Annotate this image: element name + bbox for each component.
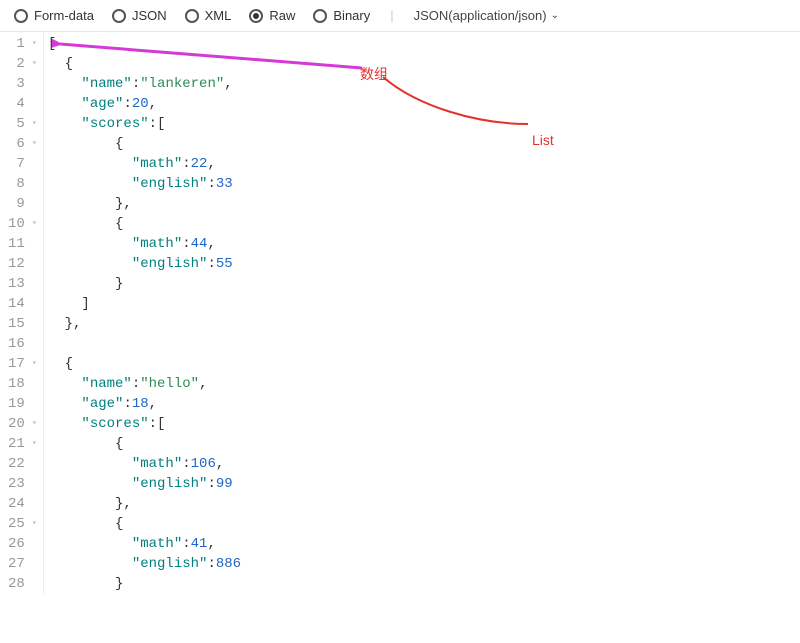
radio-icon: [112, 9, 126, 23]
gutter-line: 22: [0, 454, 43, 474]
code-line[interactable]: "english":55: [48, 254, 241, 274]
code-line[interactable]: "scores":[: [48, 114, 241, 134]
line-gutter: 1▾2▾345▾6▾78910▾11121314151617▾181920▾21…: [0, 32, 44, 594]
code-line[interactable]: {: [48, 354, 241, 374]
code-line[interactable]: "english":99: [48, 474, 241, 494]
content-type-label: JSON(application/json): [414, 8, 547, 23]
radio-form-data[interactable]: Form-data: [14, 8, 94, 23]
gutter-line: 12: [0, 254, 43, 274]
code-line[interactable]: "math":41,: [48, 534, 241, 554]
gutter-line: 7: [0, 154, 43, 174]
gutter-line: 8: [0, 174, 43, 194]
code-line[interactable]: },: [48, 314, 241, 334]
code-line[interactable]: {: [48, 434, 241, 454]
gutter-line: 18: [0, 374, 43, 394]
code-line[interactable]: },: [48, 194, 241, 214]
code-line[interactable]: "age":20,: [48, 94, 241, 114]
radio-label: XML: [205, 8, 232, 23]
radio-label: JSON: [132, 8, 167, 23]
radio-icon: [185, 9, 199, 23]
gutter-line: 4: [0, 94, 43, 114]
radio-icon: [249, 9, 263, 23]
radio-label: Form-data: [34, 8, 94, 23]
gutter-line: 9: [0, 194, 43, 214]
gutter-line: 5▾: [0, 114, 43, 134]
gutter-line: 28: [0, 574, 43, 594]
gutter-line: 23: [0, 474, 43, 494]
gutter-line: 2▾: [0, 54, 43, 74]
radio-json[interactable]: JSON: [112, 8, 167, 23]
code-line[interactable]: "scores":[: [48, 414, 241, 434]
gutter-line: 14: [0, 294, 43, 314]
gutter-line: 11: [0, 234, 43, 254]
code-line[interactable]: "age":18,: [48, 394, 241, 414]
radio-xml[interactable]: XML: [185, 8, 232, 23]
code-line[interactable]: {: [48, 214, 241, 234]
code-line[interactable]: [48, 334, 241, 354]
gutter-line: 10▾: [0, 214, 43, 234]
radio-label: Raw: [269, 8, 295, 23]
code-line[interactable]: {: [48, 514, 241, 534]
code-content[interactable]: [ { "name":"lankeren", "age":20, "scores…: [44, 32, 241, 594]
gutter-line: 16: [0, 334, 43, 354]
gutter-line: 3: [0, 74, 43, 94]
code-line[interactable]: }: [48, 574, 241, 594]
gutter-line: 13: [0, 274, 43, 294]
code-line[interactable]: "math":106,: [48, 454, 241, 474]
code-line[interactable]: "math":22,: [48, 154, 241, 174]
code-line[interactable]: },: [48, 494, 241, 514]
radio-raw[interactable]: Raw: [249, 8, 295, 23]
code-line[interactable]: {: [48, 54, 241, 74]
code-line[interactable]: ]: [48, 294, 241, 314]
gutter-line: 6▾: [0, 134, 43, 154]
code-line[interactable]: "english":886: [48, 554, 241, 574]
gutter-line: 19: [0, 394, 43, 414]
code-line[interactable]: "name":"lankeren",: [48, 74, 241, 94]
gutter-line: 21▾: [0, 434, 43, 454]
content-type-dropdown[interactable]: JSON(application/json) ⌄: [414, 8, 559, 23]
gutter-line: 25▾: [0, 514, 43, 534]
code-line[interactable]: {: [48, 134, 241, 154]
radio-icon: [313, 9, 327, 23]
code-line[interactable]: "name":"hello",: [48, 374, 241, 394]
gutter-line: 17▾: [0, 354, 43, 374]
code-line[interactable]: [: [48, 34, 241, 54]
gutter-line: 26: [0, 534, 43, 554]
gutter-line: 20▾: [0, 414, 43, 434]
code-line[interactable]: "math":44,: [48, 234, 241, 254]
radio-label: Binary: [333, 8, 370, 23]
gutter-line: 24: [0, 494, 43, 514]
gutter-line: 1▾: [0, 34, 43, 54]
gutter-line: 15: [0, 314, 43, 334]
gutter-line: 27: [0, 554, 43, 574]
radio-binary[interactable]: Binary: [313, 8, 370, 23]
body-type-toolbar: Form-data JSON XML Raw Binary | JSON(app…: [0, 0, 800, 32]
radio-icon: [14, 9, 28, 23]
code-line[interactable]: }: [48, 274, 241, 294]
code-line[interactable]: "english":33: [48, 174, 241, 194]
code-editor[interactable]: 1▾2▾345▾6▾78910▾11121314151617▾181920▾21…: [0, 32, 800, 594]
chevron-down-icon: ⌄: [551, 10, 559, 21]
divider: |: [390, 8, 393, 23]
